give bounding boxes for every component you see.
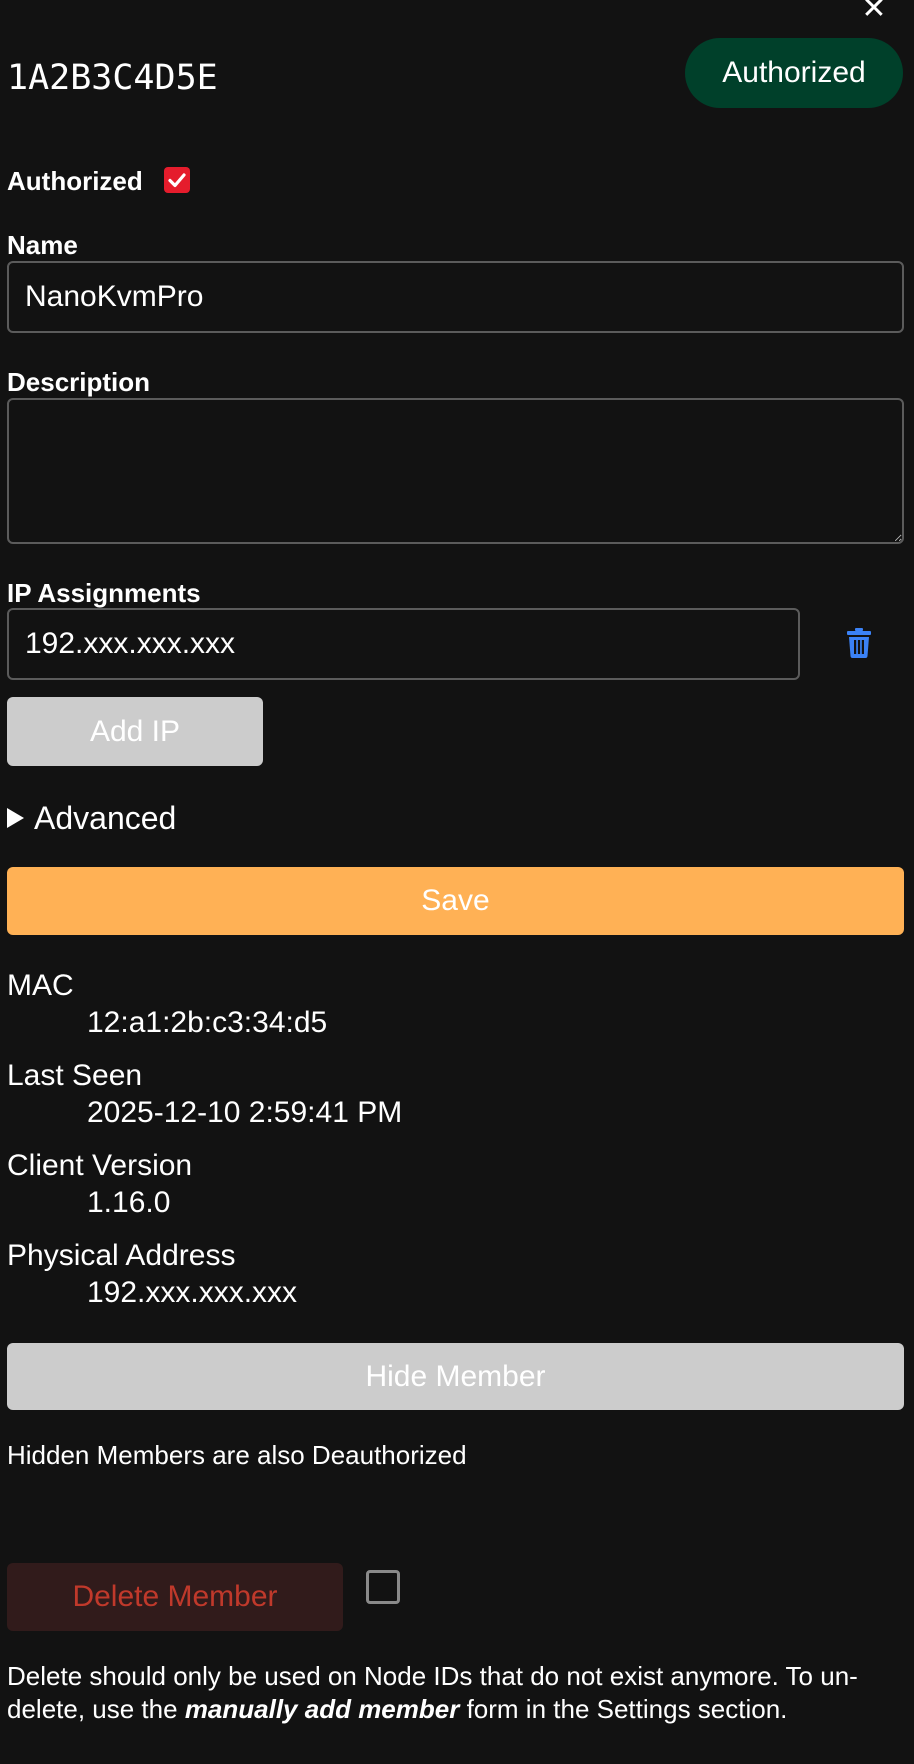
trash-icon bbox=[847, 628, 871, 658]
delete-note-text-end: form in the Settings section. bbox=[459, 1694, 788, 1724]
hide-member-button[interactable]: Hide Member bbox=[7, 1343, 904, 1410]
client-version-label: Client Version bbox=[7, 1149, 193, 1182]
close-icon: ✕ bbox=[861, 0, 887, 25]
delete-member-button[interactable]: Delete Member bbox=[7, 1563, 343, 1631]
ip-assignments-label: IP Assignments bbox=[7, 578, 201, 608]
last-seen-label: Last Seen bbox=[7, 1059, 143, 1092]
advanced-toggle[interactable]: Advanced bbox=[7, 798, 176, 838]
mac-value: 12:a1:2b:c3:34:d5 bbox=[87, 1006, 328, 1039]
physical-address-label: Physical Address bbox=[7, 1239, 236, 1272]
node-id-title: 1A2B3C4D5E bbox=[7, 58, 218, 98]
delete-note-emphasis: manually add member bbox=[184, 1694, 460, 1724]
add-ip-button[interactable]: Add IP bbox=[7, 697, 263, 766]
ip-assignment-input[interactable] bbox=[7, 608, 800, 680]
delete-member-note: Delete should only be used on Node IDs t… bbox=[7, 1660, 907, 1726]
last-seen-value: 2025-12-10 2:59:41 PM bbox=[87, 1096, 403, 1129]
checkmark-icon bbox=[168, 173, 186, 188]
description-textarea[interactable] bbox=[7, 398, 904, 544]
triangle-right-icon bbox=[7, 807, 24, 828]
delete-confirm-checkbox[interactable] bbox=[366, 1570, 400, 1604]
description-label: Description bbox=[7, 367, 151, 397]
authorized-label: Authorized bbox=[7, 166, 143, 196]
name-input[interactable] bbox=[7, 261, 904, 333]
mac-label: MAC bbox=[7, 969, 74, 1002]
status-badge: Authorized bbox=[685, 38, 903, 108]
name-label: Name bbox=[7, 230, 78, 260]
physical-address-value: 192.xxx.xxx.xxx bbox=[87, 1276, 298, 1309]
client-version-value: 1.16.0 bbox=[87, 1186, 171, 1219]
save-button[interactable]: Save bbox=[7, 867, 904, 935]
advanced-label: Advanced bbox=[34, 800, 177, 836]
authorized-checkbox[interactable] bbox=[164, 167, 190, 193]
close-button[interactable]: ✕ bbox=[859, 0, 889, 24]
delete-ip-button[interactable] bbox=[846, 628, 872, 658]
hide-member-note: Hidden Members are also Deauthorized bbox=[7, 1440, 467, 1470]
